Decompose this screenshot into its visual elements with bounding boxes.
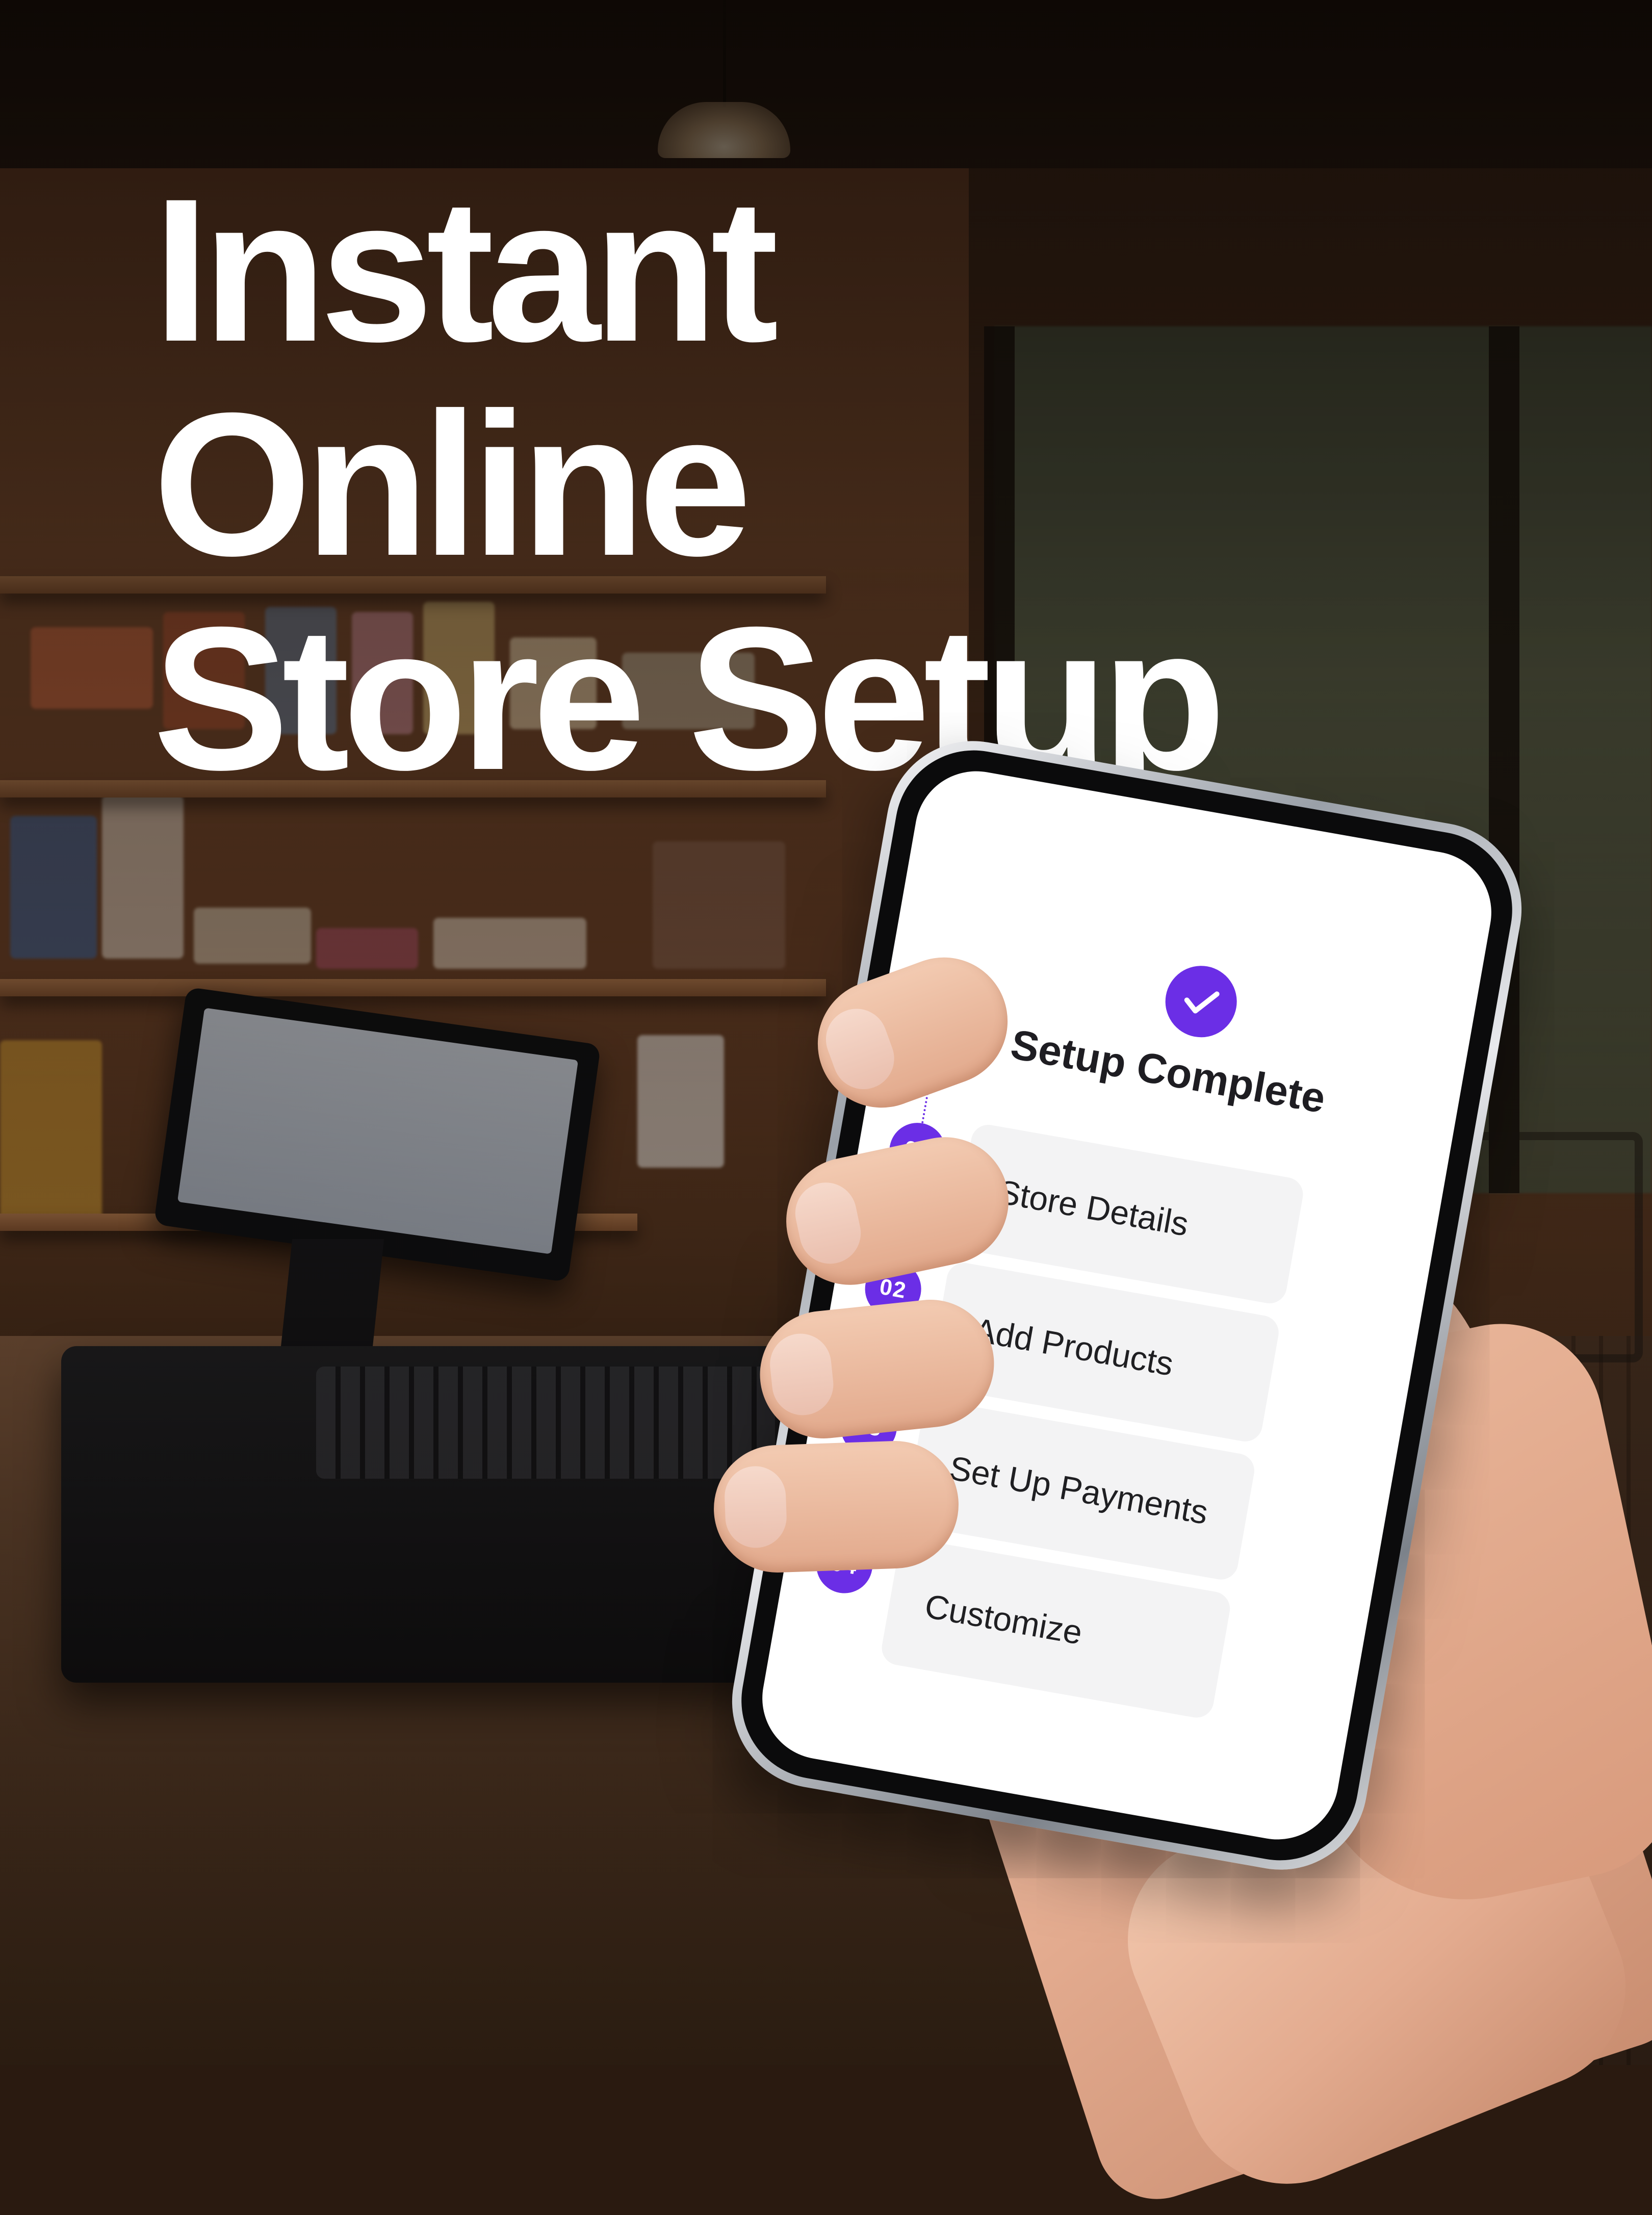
fingernail (767, 1330, 837, 1419)
headline-line-1: Instant Online (153, 156, 779, 598)
fingernail (724, 1465, 788, 1549)
check-icon (1159, 960, 1243, 1043)
step-label: Customize (922, 1586, 1086, 1652)
fingernail (789, 1177, 867, 1270)
headline-line-2: Store Setup (153, 584, 1226, 812)
step-label: Store Details (995, 1172, 1192, 1243)
finger (711, 1438, 961, 1575)
headline: Instant Online Store Setup (153, 163, 1377, 806)
check-mark-glyph (1184, 991, 1220, 1014)
